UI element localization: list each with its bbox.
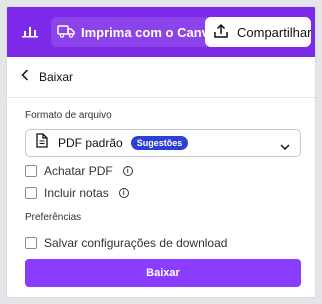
top-toolbar: Imprima com o Canva Compartilhar: [7, 7, 315, 57]
save-download-settings-option[interactable]: Salvar configurações de download: [25, 236, 227, 250]
header-divider: [7, 97, 315, 98]
truck-icon: [57, 24, 75, 41]
info-icon[interactable]: i: [118, 188, 129, 198]
selected-format: PDF padrão: [58, 136, 123, 150]
share-button[interactable]: Compartilhar: [205, 17, 311, 47]
file-format-select[interactable]: PDF padrão Sugestões: [25, 129, 301, 157]
share-label: Compartilhar: [237, 24, 312, 40]
file-format-label: Formato de arquivo: [25, 110, 112, 121]
flatten-pdf-checkbox[interactable]: [25, 165, 37, 177]
save-download-settings-checkbox[interactable]: [25, 237, 37, 249]
save-download-settings-label: Salvar configurações de download: [44, 236, 228, 250]
chevron-left-icon: [21, 69, 29, 84]
insights-button[interactable]: [17, 21, 43, 43]
back-button[interactable]: Baixar: [21, 69, 73, 84]
download-dialog-frame: Imprima com o Canva Compartilhar Baixar …: [6, 6, 316, 298]
chevron-down-icon: [280, 138, 290, 156]
include-notes-checkbox[interactable]: [25, 187, 37, 199]
download-button[interactable]: Baixar: [25, 259, 301, 287]
print-with-canva-button[interactable]: Imprima com o Canva: [51, 17, 225, 47]
share-upload-icon: [213, 23, 229, 42]
include-notes-label: Incluir notas: [44, 186, 109, 200]
flatten-pdf-label: Achatar PDF: [44, 164, 113, 178]
download-panel: Baixar Formato de arquivo PDF padrão Sug…: [7, 57, 315, 297]
flatten-pdf-option[interactable]: Achatar PDF i: [25, 164, 133, 178]
suggested-badge: Sugestões: [130, 136, 189, 150]
chart-bars-icon: [22, 22, 38, 43]
panel-title: Baixar: [39, 69, 74, 84]
document-icon: [36, 133, 48, 153]
print-with-canva-label: Imprima com o Canva: [81, 24, 217, 40]
info-icon[interactable]: i: [122, 166, 133, 176]
include-notes-option[interactable]: Incluir notas i: [25, 186, 129, 200]
preferences-label: Preferências: [25, 212, 82, 223]
